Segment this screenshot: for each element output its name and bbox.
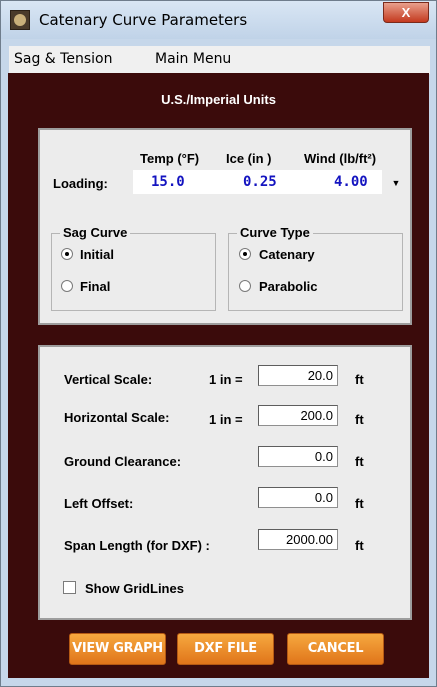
left-offset-unit: ft (355, 496, 364, 511)
horizontal-scale-prefix: 1 in = (209, 412, 243, 427)
window-title: Catenary Curve Parameters (39, 11, 248, 29)
temp-value: 15.0 (151, 174, 185, 190)
horizontal-scale-input[interactable]: 200.0 (258, 405, 338, 426)
horizontal-scale-unit: ft (355, 412, 364, 427)
left-offset-label: Left Offset: (64, 496, 134, 511)
sag-curve-title: Sag Curve (60, 225, 131, 240)
cancel-button[interactable]: CANCEL (287, 633, 384, 665)
sag-initial-radio[interactable] (61, 248, 73, 260)
menu-sag-tension[interactable]: Sag & Tension (14, 51, 112, 67)
ice-value: 0.25 (243, 174, 277, 190)
ground-clearance-unit: ft (355, 454, 364, 469)
span-length-label: Span Length (for DXF) : (64, 538, 210, 553)
curve-type-title: Curve Type (237, 225, 313, 240)
span-length-unit: ft (355, 538, 364, 553)
app-icon (10, 10, 30, 30)
view-graph-button[interactable]: VIEW GRAPH (69, 633, 166, 665)
ice-header: Ice (in ) (226, 151, 272, 166)
vertical-scale-prefix: 1 in = (209, 372, 243, 387)
sag-final-label: Final (80, 279, 111, 294)
dxf-file-button[interactable]: DXF FILE (177, 633, 274, 665)
loading-label: Loading: (53, 176, 108, 191)
chevron-down-icon: ▼ (391, 178, 401, 188)
sag-final-radio[interactable] (61, 280, 73, 292)
curve-type-group: Curve Type (228, 225, 403, 311)
sag-initial-label: Initial (80, 247, 114, 262)
title-bar[interactable]: Catenary Curve Parameters (1, 1, 436, 39)
curve-parabolic-radio[interactable] (239, 280, 251, 292)
menu-bar: Sag & Tension Main Menu (9, 46, 430, 75)
wind-value: 4.00 (334, 174, 368, 190)
wind-header: Wind (lb/ft²) (304, 151, 377, 166)
close-button[interactable]: X (383, 2, 429, 23)
vertical-scale-label: Vertical Scale: (64, 372, 153, 387)
show-gridlines-label: Show GridLines (85, 581, 184, 596)
menu-main-menu[interactable]: Main Menu (155, 51, 231, 67)
vertical-scale-unit: ft (355, 372, 364, 387)
horizontal-scale-label: Horizontal Scale: (64, 410, 170, 425)
units-label: U.S./Imperial Units (161, 92, 276, 107)
vertical-scale-input[interactable]: 20.0 (258, 365, 338, 386)
show-gridlines-checkbox[interactable] (63, 581, 76, 594)
curve-catenary-radio[interactable] (239, 248, 251, 260)
left-offset-input[interactable]: 0.0 (258, 487, 338, 508)
loading-dropdown-button[interactable]: ▼ (387, 173, 405, 193)
curve-catenary-label: Catenary (259, 247, 315, 262)
temp-header: Temp (°F) (140, 151, 200, 166)
ground-clearance-label: Ground Clearance: (64, 454, 182, 469)
sag-curve-group: Sag Curve (51, 225, 216, 311)
ground-clearance-input[interactable]: 0.0 (258, 446, 338, 467)
curve-parabolic-label: Parabolic (259, 279, 318, 294)
span-length-input[interactable]: 2000.00 (258, 529, 338, 550)
